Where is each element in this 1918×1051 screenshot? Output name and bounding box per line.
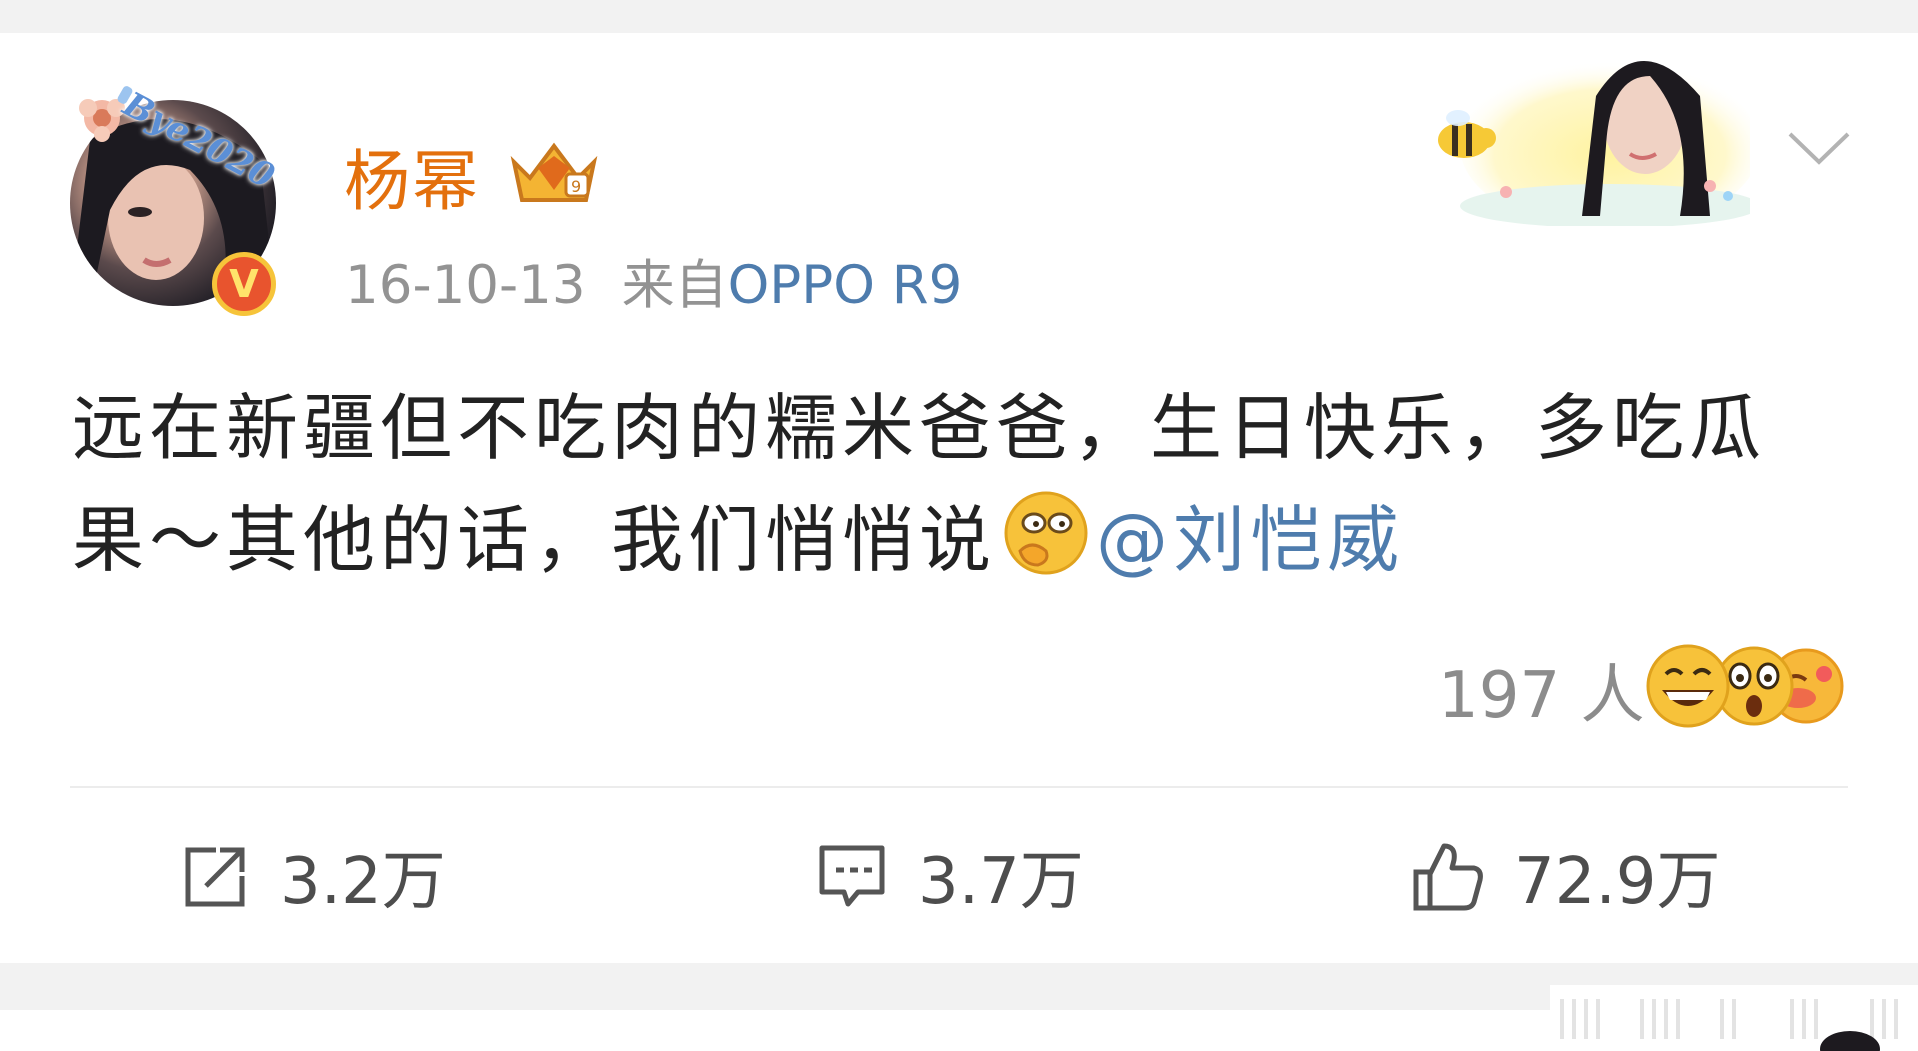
- repost-icon: [185, 847, 245, 907]
- chevron-down-icon[interactable]: [1786, 128, 1852, 168]
- username[interactable]: 杨幂: [344, 128, 480, 224]
- repost-button[interactable]: 3.2万: [176, 836, 446, 919]
- next-post-decoration: [1550, 985, 1918, 1051]
- post-text-line-1: 远在新疆但不吃肉的糯米爸爸，生日快乐，多吃瓜: [72, 386, 1767, 470]
- thumbs-up-icon: [1413, 843, 1483, 911]
- shy-peek-emoji-icon: [1004, 491, 1088, 575]
- post-date: 16-10-13: [345, 255, 586, 316]
- crown-icon: 9: [510, 142, 598, 202]
- source-link[interactable]: OPPO R9: [728, 255, 963, 316]
- like-count: 72.9万: [1514, 845, 1721, 919]
- mention-link[interactable]: @刘恺威: [1096, 498, 1404, 582]
- divider: [70, 786, 1848, 788]
- comment-count: 3.7万: [918, 845, 1084, 919]
- post-text: 远在新疆但不吃肉的糯米爸爸，生日快乐，多吃瓜 果～其他的话，我们悄悄说 @刘恺威: [72, 372, 1862, 596]
- laughing-emoji-icon: [1646, 644, 1730, 728]
- reaction-emojis[interactable]: [1640, 640, 1850, 730]
- comment-button[interactable]: 3.7万: [814, 836, 1084, 919]
- post-text-line-2: 果～其他的话，我们悄悄说 @刘恺威: [72, 484, 1862, 596]
- reaction-count[interactable]: 197 人: [1438, 644, 1645, 736]
- verified-badge-icon: V: [212, 252, 276, 316]
- repost-count: 3.2万: [280, 845, 446, 919]
- source-prefix: 来自: [621, 255, 728, 316]
- like-button[interactable]: 72.9万: [1410, 836, 1721, 919]
- post-meta: 16-10-13 来自OPPO R9: [345, 243, 962, 319]
- svg-text:9: 9: [571, 177, 581, 196]
- post-text-line-2-body: 果～其他的话，我们悄悄说: [72, 498, 997, 582]
- comment-icon: [819, 845, 885, 907]
- card-decoration-banner: [1438, 61, 1750, 226]
